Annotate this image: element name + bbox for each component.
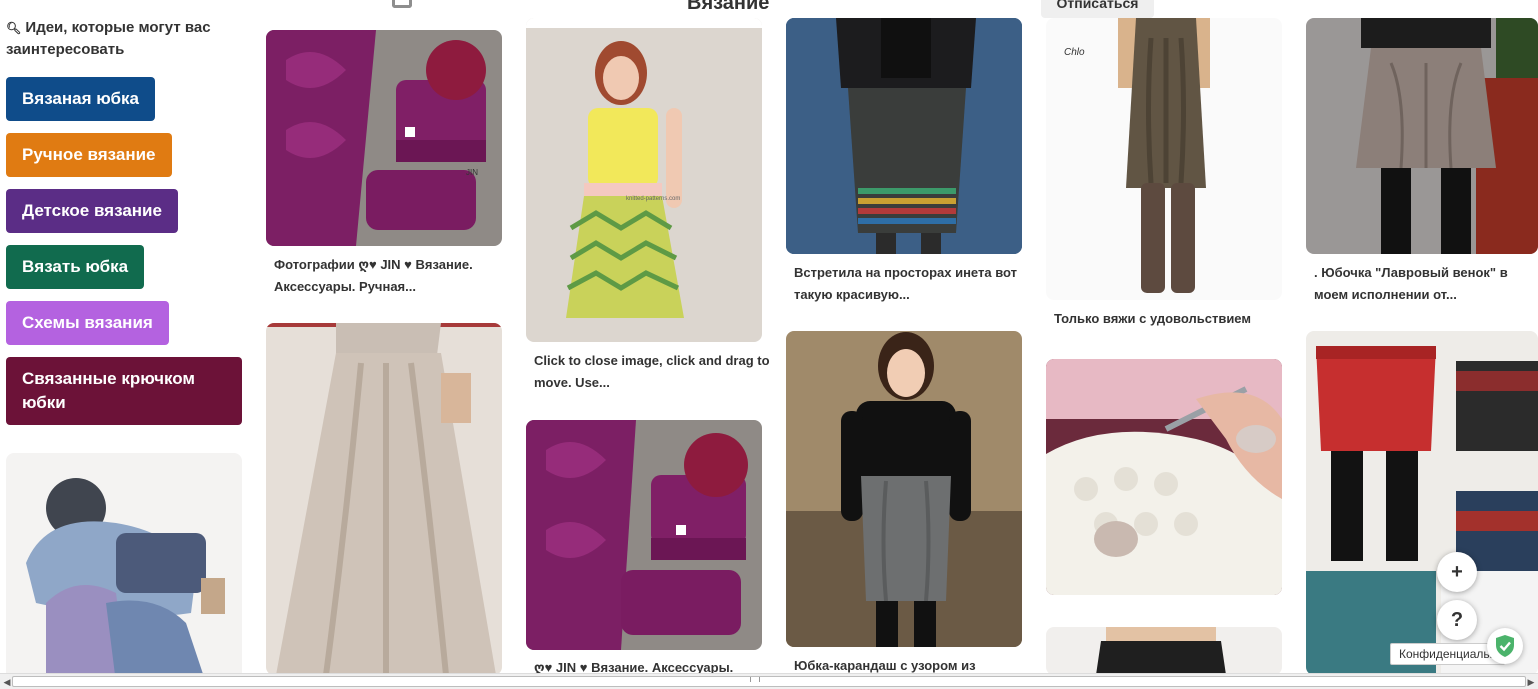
scrollbar-grip-icon bbox=[750, 677, 760, 682]
pin-title[interactable]: Встретила на просторах инета вот такую к… bbox=[794, 262, 1030, 306]
plus-icon: + bbox=[1451, 560, 1463, 583]
pin-image-black-skirt[interactable] bbox=[1046, 627, 1282, 675]
pin-image-cable-maxi-skirt[interactable] bbox=[266, 323, 502, 675]
pin-image-blue-hat-mittens[interactable] bbox=[6, 453, 242, 683]
pin-image-dark-stripe-skirt[interactable] bbox=[786, 18, 1022, 254]
scrollbar-thumb[interactable] bbox=[12, 676, 1526, 687]
watermark-text: knitted-patterns.com bbox=[626, 196, 680, 202]
search-icon: 🔍︎ bbox=[6, 21, 22, 35]
idea-chip-kids-knitting[interactable]: Детское вязание bbox=[6, 189, 178, 233]
pin-title[interactable]: Фотографии ღ♥ JIN ♥ Вязание. Аксессуары.… bbox=[274, 254, 510, 298]
pin-title[interactable]: Click to close image, click and drag to … bbox=[534, 350, 770, 394]
brand-text: Chlo bbox=[1064, 47, 1085, 58]
privacy-shield-icon[interactable] bbox=[1487, 628, 1523, 664]
pin-image-white-stitch-hook[interactable] bbox=[1046, 359, 1282, 595]
help-button[interactable]: ? bbox=[1437, 600, 1477, 640]
pin-image-grey-pleat-skirt[interactable] bbox=[1306, 18, 1538, 254]
horizontal-scrollbar[interactable]: ◀ ▶ bbox=[0, 673, 1538, 689]
pin-image-purple-set[interactable]: JIN bbox=[266, 30, 502, 246]
idea-chip-knitted-skirt[interactable]: Вязаная юбка bbox=[6, 77, 155, 121]
unfollow-button[interactable]: Отписаться bbox=[1041, 0, 1154, 18]
pin-image-yellow-chevron-skirt[interactable]: knitted-patterns.com bbox=[526, 18, 762, 342]
watermark-text: JIN bbox=[466, 168, 478, 177]
board-title: Вязание bbox=[687, 0, 770, 14]
pin-image-brown-cable-skirt[interactable]: Chlo bbox=[1046, 18, 1282, 300]
pin-image-grey-pencil-skirt[interactable] bbox=[786, 331, 1022, 647]
pin-image-purple-set-2[interactable] bbox=[526, 420, 762, 650]
idea-chip-knit-skirt[interactable]: Вязать юбка bbox=[6, 245, 145, 289]
pin-title[interactable]: . Юбочка "Лавровый венок" в моем исполне… bbox=[1314, 262, 1538, 306]
pin-title[interactable]: Только вяжи с удовольствием bbox=[1054, 308, 1290, 330]
pin-image-red-knit-skirt[interactable] bbox=[1306, 331, 1538, 675]
ideas-heading-text: Идеи, которые могут вас заинтересовать bbox=[6, 19, 211, 58]
scroll-right-icon[interactable]: ▶ bbox=[1524, 676, 1538, 688]
idea-chip-hand-knitting[interactable]: Ручное вязание bbox=[6, 133, 172, 177]
upload-icon[interactable] bbox=[392, 0, 412, 8]
idea-chip-knitting-patterns[interactable]: Схемы вязания bbox=[6, 301, 169, 345]
help-icon: ? bbox=[1450, 608, 1464, 631]
add-pin-button[interactable]: + bbox=[1437, 552, 1477, 592]
idea-chip-crochet-skirts[interactable]: Связанные крючком юбки bbox=[6, 357, 242, 425]
ideas-heading: 🔍︎ Идеи, которые могут вас заинтересоват… bbox=[6, 17, 236, 61]
